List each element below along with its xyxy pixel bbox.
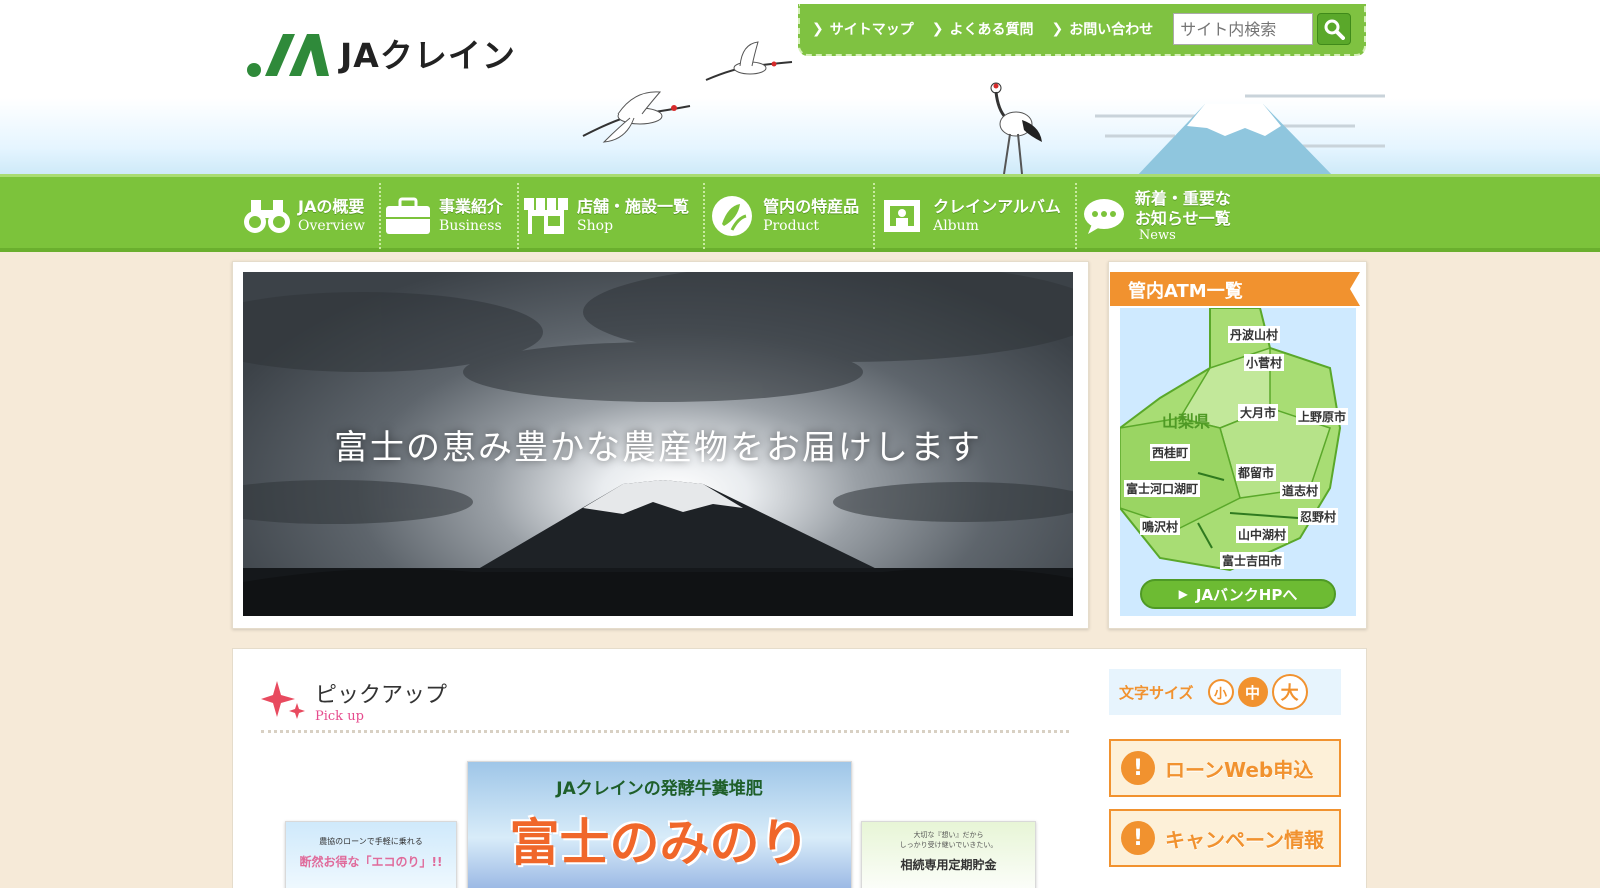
chevron-right-icon: ❯: [812, 21, 824, 37]
atm-location-narusawa[interactable]: 鳴沢村: [1140, 518, 1181, 535]
nav-item-product[interactable]: 管内の特産品 Product: [705, 183, 876, 249]
hero-slideshow: 富士の恵み豊かな農産物をお届けします: [232, 261, 1089, 629]
nav-item-shop[interactable]: 店舗・施設一覧 Shop: [519, 183, 706, 249]
exclamation-icon: !: [1121, 751, 1155, 785]
atm-location-tabayama[interactable]: 丹波山村: [1228, 326, 1281, 343]
flying-crane-icon: [705, 41, 793, 81]
font-size-control: 文字サイズ 小 中 大: [1109, 669, 1341, 715]
album-icon: [877, 191, 927, 241]
atm-location-kosuge[interactable]: 小菅村: [1244, 354, 1285, 371]
font-size-label: 文字サイズ: [1119, 683, 1194, 702]
fertilizer-banner[interactable]: JAクレインの発酵牛糞堆肥 富士のみのり: [467, 761, 852, 888]
atm-location-fujikawaguchiko[interactable]: 富士河口湖町: [1124, 480, 1201, 497]
mt-fuji-illustration: [1095, 94, 1385, 178]
font-size-small-button[interactable]: 小: [1207, 679, 1234, 705]
search-icon: [1324, 19, 1346, 40]
atm-location-uenohara[interactable]: 上野原市: [1296, 408, 1349, 425]
product-icon: [707, 191, 757, 241]
pickup-section: ピックアップ Pick up 農協のローンで手軽に乗れる 断然お得な「エコのり」…: [232, 648, 1367, 888]
font-size-medium-button[interactable]: 中: [1237, 677, 1268, 707]
utility-nav: ❯ サイトマップ ❯ よくある質問 ❯ お問い合わせ: [798, 4, 1366, 56]
nav-item-news[interactable]: 新着・重要な お知らせ一覧 News: [1077, 183, 1245, 249]
binoculars-icon: [242, 191, 292, 241]
hero-caption: 富士の恵み豊かな農産物をお届けします: [334, 428, 982, 468]
site-logo[interactable]: JAクレイン: [245, 28, 516, 78]
nav-item-overview[interactable]: JAの概要 Overview: [240, 183, 382, 249]
briefcase-icon: [383, 191, 433, 241]
loan-web-application-button[interactable]: ! ローンWeb申込: [1109, 739, 1341, 797]
chevron-right-icon: ❯: [1051, 21, 1064, 37]
atm-map[interactable]: 山梨県 丹波山村 小菅村 大月市 上野原市 西桂町 都留市 富士河口湖町 道志村…: [1120, 308, 1356, 616]
flying-crane-icon: [582, 91, 691, 143]
brand-name: JAクレイン: [340, 36, 516, 75]
divider: [261, 730, 1069, 733]
font-size-large-button[interactable]: 大: [1271, 674, 1308, 710]
atm-location-tsuru[interactable]: 都留市: [1236, 464, 1277, 481]
shop-icon: [521, 191, 571, 241]
eco-loan-banner[interactable]: 農協のローンで手軽に乗れる 断然お得な「エコのり」!!: [285, 821, 457, 888]
atm-location-nishikatsura[interactable]: 西桂町: [1150, 444, 1191, 461]
contact-link[interactable]: ❯ お問い合わせ: [1051, 19, 1153, 39]
atm-location-doshi[interactable]: 道志村: [1280, 482, 1321, 499]
ja-bank-button[interactable]: ▶ JAバンクHPへ: [1140, 579, 1336, 609]
exclamation-icon: !: [1121, 821, 1155, 855]
search-button[interactable]: [1317, 13, 1352, 45]
pickup-header: ピックアップ Pick up: [261, 677, 447, 724]
site-header: JAクレイン ❯ サイトマップ ❯ よくある質問 ❯ お問い合わせ サイト内検索: [0, 0, 1600, 178]
nav-item-business[interactable]: 事業紹介 Business: [381, 183, 520, 249]
main-nav: JAの概要 Overview 事業紹介 Business 店舗・施設一覧 Sho…: [0, 174, 1600, 252]
faq-link[interactable]: ❯ よくある質問: [932, 19, 1034, 39]
sparkle-icon: [261, 681, 305, 719]
atm-location-otsuki[interactable]: 大月市: [1238, 404, 1279, 421]
atm-location-yamanakako[interactable]: 山中湖村: [1236, 526, 1289, 543]
atm-panel: 管内ATM一覧 山梨県 丹波山村 小菅村 大月市 上野原市 西桂町 都留市 富士…: [1108, 261, 1367, 629]
sitemap-link[interactable]: ❯ サイトマップ: [812, 19, 914, 39]
atm-prefecture-label: 山梨県: [1162, 412, 1211, 431]
play-circle-icon: ▶: [1178, 587, 1188, 601]
campaign-info-button[interactable]: ! キャンペーン情報: [1109, 809, 1341, 867]
chevron-right-icon: ❯: [931, 21, 944, 37]
nav-item-album[interactable]: クレインアルバム Album: [875, 183, 1077, 249]
hero-image[interactable]: 富士の恵み豊かな農産物をお届けします: [243, 272, 1073, 616]
standing-crane-icon: [990, 82, 1042, 175]
pickup-title: ピックアップ: [315, 683, 448, 708]
atm-location-fujiyoshida[interactable]: 富士吉田市: [1220, 552, 1285, 569]
pickup-subtitle: Pick up: [315, 709, 364, 724]
yamanashi-map: [1120, 308, 1342, 572]
speech-bubble-icon: [1079, 191, 1129, 241]
atm-location-oshino[interactable]: 忍野村: [1298, 508, 1339, 525]
atm-title: 管内ATM一覧: [1110, 272, 1360, 306]
inheritance-deposit-banner[interactable]: 大切な『想い』だから しっかり受け継いでいきたい。 相続専用定期貯金: [861, 821, 1036, 888]
site-search-input[interactable]: [1173, 13, 1314, 45]
ja-logo-icon: [247, 34, 329, 77]
